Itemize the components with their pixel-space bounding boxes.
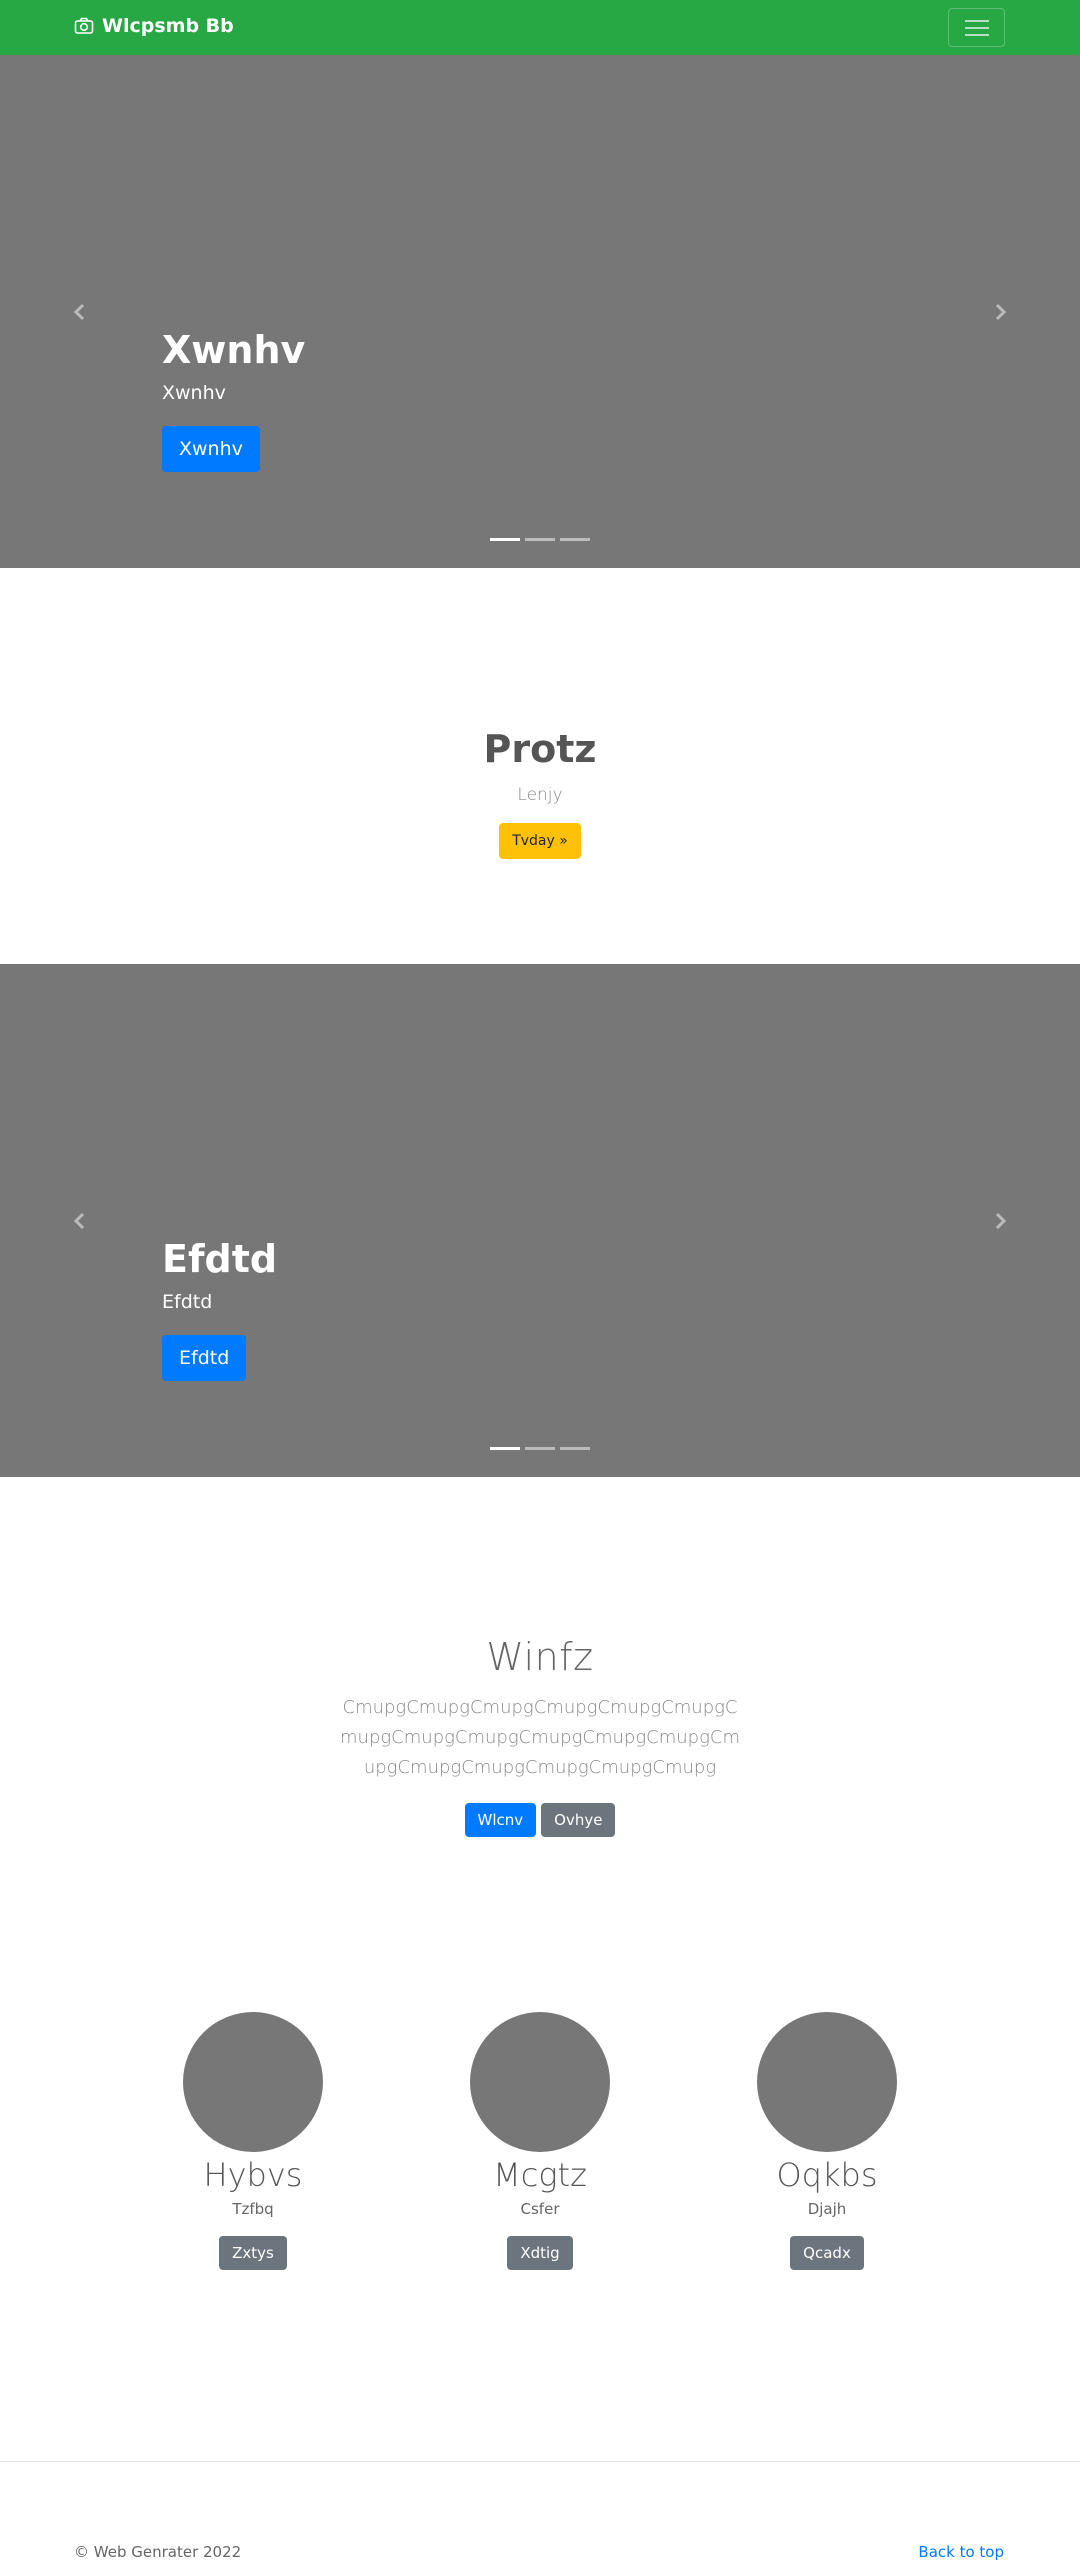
carousel-text: Efdtd <box>162 1290 213 1313</box>
carousel-indicator[interactable] <box>490 1447 520 1450</box>
navbar: Wlcpsmb Bb <box>0 0 1080 55</box>
feature-column: Mcgtz Csfer Xdtig <box>440 2012 640 2270</box>
carousel-indicator[interactable] <box>525 1447 555 1450</box>
carousel-title: Efdtd <box>162 1237 278 1281</box>
carousel-cta-button[interactable]: Efdtd <box>162 1334 247 1381</box>
column-title: Oqkbs <box>776 2156 878 2194</box>
carousel-text: Xwnhv <box>162 381 226 404</box>
hamburger-menu-icon <box>965 20 989 22</box>
winfz-section: Winfz CmupgCmupgCmupgCmupgCmupgCmupgCmup… <box>0 1635 1080 1837</box>
column-title: Mcgtz <box>493 2156 587 2194</box>
section-subtitle: Lenjy <box>517 785 563 805</box>
section-title: Protz <box>483 727 597 771</box>
hero-carousel-2: Efdtd Efdtd Efdtd <box>0 964 1080 1477</box>
placeholder-image <box>757 2012 897 2152</box>
carousel-title: Xwnhv <box>162 328 306 372</box>
brand-name: Wlcpsmb Bb <box>102 15 234 37</box>
protz-section: Protz Lenjy Tvday » <box>0 727 1080 859</box>
feature-column: Oqkbs Djajh Qcadx <box>727 2012 927 2270</box>
protz-button[interactable]: Tvday » <box>499 823 581 859</box>
navbar-toggler-button[interactable] <box>948 8 1005 47</box>
footer-copyright: © Web Genrater 2022 <box>74 2543 242 2561</box>
primary-button[interactable]: Wlcnv <box>464 1803 537 1837</box>
column-text: Csfer <box>520 2200 560 2218</box>
carousel-prev-button[interactable] <box>66 1207 94 1235</box>
column-button[interactable]: Xdtig <box>507 2236 573 2270</box>
carousel-indicator[interactable] <box>525 538 555 541</box>
column-text: Djajh <box>807 2200 847 2218</box>
chevron-left-icon <box>73 1212 85 1229</box>
column-button[interactable]: Zxtys <box>219 2236 287 2270</box>
carousel-caption: Xwnhv Xwnhv Xwnhv <box>162 328 305 472</box>
back-to-top-link[interactable]: Back to top <box>918 2543 1004 2561</box>
button-group: Wlcnv Ovhye <box>0 1803 1080 1837</box>
hero-carousel-1: Xwnhv Xwnhv Xwnhv <box>0 55 1080 568</box>
placeholder-image <box>470 2012 610 2152</box>
section-title: Winfz <box>486 1635 594 1679</box>
carousel-next-button[interactable] <box>986 298 1014 326</box>
carousel-cta-button[interactable]: Xwnhv <box>162 425 260 472</box>
chevron-left-icon <box>73 303 85 320</box>
chevron-right-icon <box>995 1212 1007 1229</box>
carousel-prev-button[interactable] <box>66 298 94 326</box>
brand-link[interactable]: Wlcpsmb Bb <box>74 15 234 37</box>
carousel-indicator[interactable] <box>490 538 520 541</box>
section-lead: CmupgCmupgCmupgCmupgCmupgCmupgCmupgCmupg… <box>340 1697 740 1778</box>
chevron-right-icon <box>995 303 1007 320</box>
carousel-indicators <box>0 1447 1080 1450</box>
carousel-next-button[interactable] <box>986 1207 1014 1235</box>
footer-divider <box>0 2461 1080 2462</box>
carousel-caption: Efdtd Efdtd Efdtd <box>162 1237 277 1381</box>
camera-icon <box>74 17 94 34</box>
carousel-indicator[interactable] <box>560 538 590 541</box>
column-title: Hybvs <box>203 2156 303 2194</box>
placeholder-image <box>183 2012 323 2152</box>
column-text: Tzfbq <box>232 2200 274 2218</box>
feature-column: Hybvs Tzfbq Zxtys <box>153 2012 353 2270</box>
carousel-indicator[interactable] <box>560 1447 590 1450</box>
carousel-indicators <box>0 538 1080 541</box>
secondary-button[interactable]: Ovhye <box>541 1803 616 1837</box>
column-button[interactable]: Qcadx <box>790 2236 864 2270</box>
